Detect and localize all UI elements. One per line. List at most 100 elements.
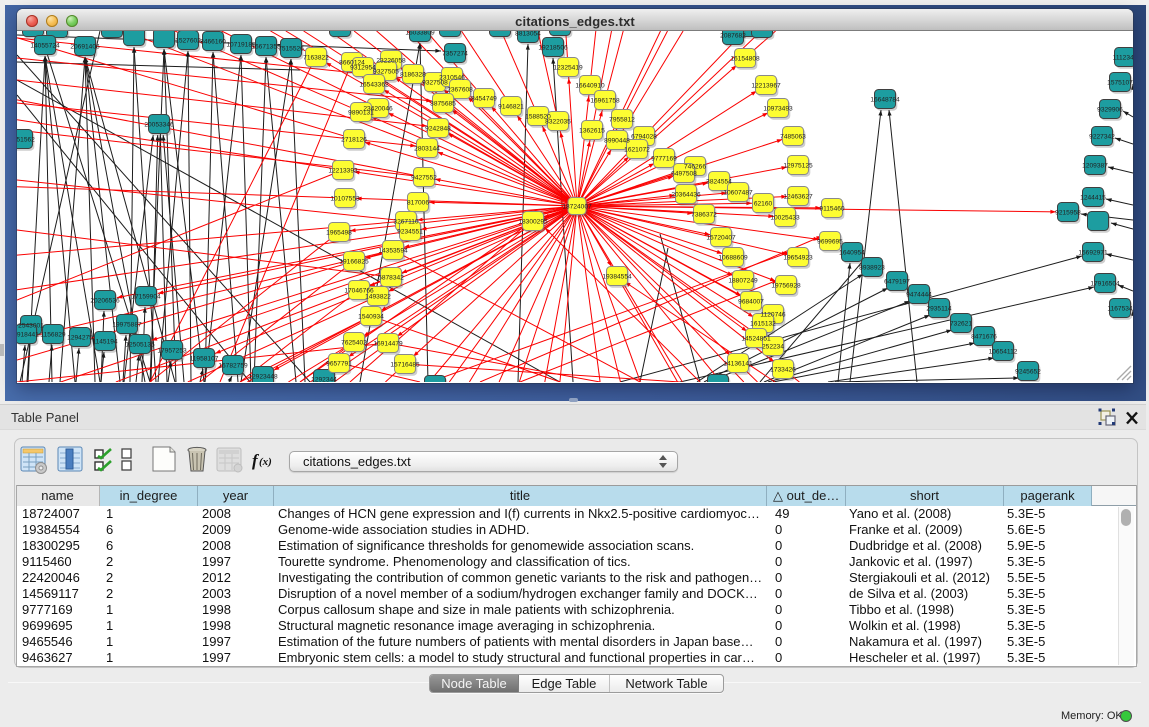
svg-text:10973493: 10973493 xyxy=(763,106,793,113)
svg-text:8186328: 8186328 xyxy=(400,72,426,79)
svg-text:17957253: 17957253 xyxy=(157,348,187,355)
svg-text:19166825: 19166825 xyxy=(339,259,369,266)
svg-text:62160: 62160 xyxy=(754,201,773,208)
svg-text:7163822: 7163822 xyxy=(303,55,329,62)
svg-text:7357274: 7357274 xyxy=(442,51,468,58)
svg-text:18724007: 18724007 xyxy=(562,204,592,211)
svg-text:8322035: 8322035 xyxy=(545,119,571,126)
svg-text:6479197: 6479197 xyxy=(884,279,910,286)
svg-text:16154808: 16154808 xyxy=(730,56,760,63)
svg-text:1651562: 1651562 xyxy=(17,137,35,144)
svg-text:20364436: 20364436 xyxy=(671,192,701,199)
svg-text:1575107: 1575107 xyxy=(1107,80,1133,87)
svg-text:1167534: 1167534 xyxy=(1107,306,1133,313)
svg-text:9215958: 9215958 xyxy=(1055,210,1081,217)
svg-text:9234551: 9234551 xyxy=(397,229,423,236)
svg-text:17916504: 17916504 xyxy=(1090,281,1120,288)
svg-text:817006: 817006 xyxy=(407,200,429,207)
svg-text:11958107: 11958107 xyxy=(190,356,219,363)
svg-text:(x): (x) xyxy=(259,456,272,468)
svg-text:12213967: 12213967 xyxy=(751,83,781,90)
svg-text:7386372: 7386372 xyxy=(691,212,717,219)
svg-text:15720407: 15720407 xyxy=(706,235,736,242)
svg-text:3267110: 3267110 xyxy=(393,219,419,226)
svg-text:252234: 252234 xyxy=(762,344,784,351)
svg-text:1965498: 1965498 xyxy=(326,230,352,237)
svg-text:1540934: 1540934 xyxy=(358,314,384,321)
svg-text:14055724: 14055724 xyxy=(30,43,60,50)
svg-text:8990448: 8990448 xyxy=(604,138,630,145)
svg-text:16543362: 16543362 xyxy=(359,82,389,89)
svg-text:7955812: 7955812 xyxy=(609,117,635,124)
svg-text:6794028: 6794028 xyxy=(631,134,657,141)
svg-text:9777169: 9777169 xyxy=(651,156,677,163)
svg-text:18807249: 18807249 xyxy=(728,278,758,285)
svg-text:9327505: 9327505 xyxy=(373,69,399,76)
svg-text:8938923: 8938923 xyxy=(859,265,885,272)
svg-text:1156829: 1156829 xyxy=(40,332,66,339)
svg-text:16782759: 16782759 xyxy=(218,363,248,370)
svg-text:2935114: 2935114 xyxy=(926,306,952,313)
svg-text:16648784: 16648784 xyxy=(870,97,900,104)
svg-text:8471676: 8471676 xyxy=(971,334,997,341)
svg-text:10107553: 10107553 xyxy=(330,196,360,203)
svg-text:7515526: 7515526 xyxy=(278,46,304,53)
svg-text:20053346: 20053346 xyxy=(144,122,174,129)
svg-text:6497508: 6497508 xyxy=(671,171,697,178)
svg-text:1362615: 1362615 xyxy=(579,128,605,135)
svg-text:9474444: 9474444 xyxy=(906,292,932,299)
svg-text:746266: 746266 xyxy=(684,164,706,171)
svg-text:9329906: 9329906 xyxy=(1097,107,1123,114)
svg-text:9115460: 9115460 xyxy=(819,206,845,213)
svg-text:5878342: 5878342 xyxy=(378,275,404,282)
svg-text:23226058: 23226058 xyxy=(376,58,406,65)
svg-text:19384554: 19384554 xyxy=(602,274,632,281)
svg-text:9427552: 9427552 xyxy=(411,175,437,182)
svg-text:7625402: 7625402 xyxy=(341,340,367,347)
svg-text:10688609: 10688609 xyxy=(718,255,748,262)
svg-text:1244415: 1244415 xyxy=(1080,195,1106,202)
svg-text:1112340: 1112340 xyxy=(1113,55,1133,62)
svg-text:2310546: 2310546 xyxy=(439,75,465,82)
svg-text:1209387: 1209387 xyxy=(1082,163,1108,170)
svg-text:14524851: 14524851 xyxy=(741,336,771,343)
svg-text:3824554: 3824554 xyxy=(706,179,732,186)
svg-text:1527602: 1527602 xyxy=(175,38,201,45)
svg-text:16914479: 16914479 xyxy=(373,341,403,348)
svg-text:1120746: 1120746 xyxy=(760,312,786,319)
svg-text:2367608: 2367608 xyxy=(447,87,473,94)
svg-text:2543001: 2543001 xyxy=(18,323,44,330)
svg-text:9890131: 9890131 xyxy=(348,110,374,117)
svg-text:1493822: 1493822 xyxy=(365,294,391,301)
svg-text:9227342: 9227342 xyxy=(1089,134,1115,141)
svg-text:9699695: 9699695 xyxy=(817,239,843,246)
svg-text:16671355: 16671355 xyxy=(251,44,281,51)
svg-text:12463627: 12463627 xyxy=(783,194,813,201)
svg-text:9146821: 9146821 xyxy=(498,104,524,111)
svg-text:1640954: 1640954 xyxy=(839,250,865,257)
svg-text:12213393: 12213393 xyxy=(328,168,358,175)
svg-text:1733426: 1733426 xyxy=(770,367,796,374)
svg-text:18300295: 18300295 xyxy=(518,219,548,226)
svg-text:12505135: 12505135 xyxy=(125,342,155,349)
svg-text:1294275: 1294275 xyxy=(67,335,93,342)
svg-text:16033809: 16033809 xyxy=(405,31,435,37)
svg-text:8454749: 8454749 xyxy=(471,96,497,103)
svg-text:20206536: 20206536 xyxy=(90,298,120,305)
svg-text:14353594: 14353594 xyxy=(378,248,408,255)
svg-text:14136141: 14136141 xyxy=(723,361,753,368)
svg-text:8466160: 8466160 xyxy=(200,39,226,46)
svg-text:9242848: 9242848 xyxy=(425,126,451,133)
svg-text:16961758: 16961758 xyxy=(590,98,620,105)
svg-text:12325419: 12325419 xyxy=(553,65,583,72)
svg-text:1621072: 1621072 xyxy=(624,147,650,154)
svg-text:2087682: 2087682 xyxy=(720,33,746,40)
svg-text:10025433: 10025433 xyxy=(770,215,800,222)
svg-text:19975887: 19975887 xyxy=(112,322,142,329)
svg-text:732621: 732621 xyxy=(950,321,972,328)
svg-text:16640910: 16640910 xyxy=(575,83,605,90)
svg-text:15692971: 15692971 xyxy=(1078,250,1108,257)
svg-text:8813054: 8813054 xyxy=(515,31,541,38)
svg-text:1615132: 1615132 xyxy=(750,321,776,328)
svg-text:9245652: 9245652 xyxy=(1015,369,1041,376)
